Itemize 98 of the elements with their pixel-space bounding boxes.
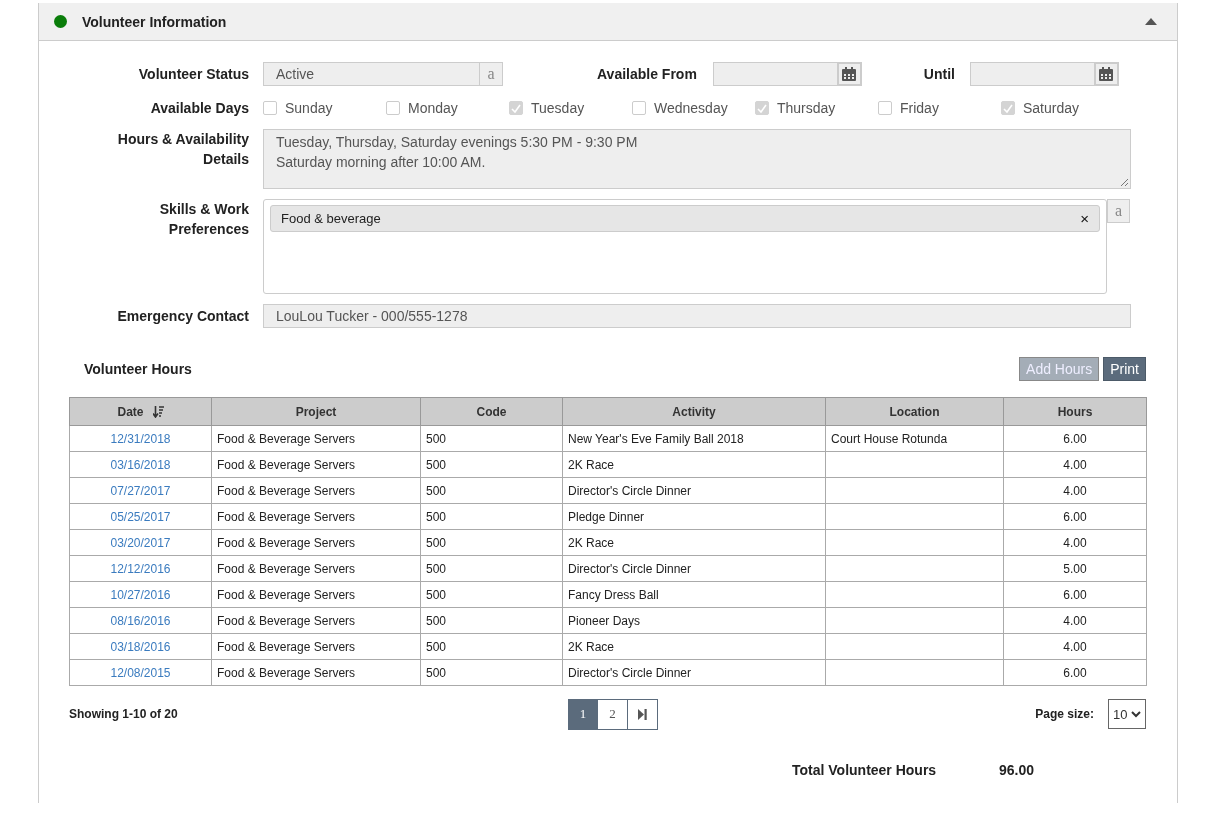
table-cell: 2K Race bbox=[568, 457, 615, 472]
table-cell: Pledge Dinner bbox=[568, 509, 645, 524]
table-cell: Director's Circle Dinner bbox=[568, 665, 691, 680]
table-cell: Director's Circle Dinner bbox=[568, 483, 691, 498]
table-cell: 5.00 bbox=[1063, 561, 1087, 576]
calendar-icon[interactable] bbox=[1094, 62, 1119, 86]
table-cell: 500 bbox=[426, 483, 447, 498]
status-dot-icon bbox=[54, 15, 67, 28]
day-checkbox[interactable] bbox=[632, 101, 646, 115]
table-cell: 4.00 bbox=[1063, 613, 1087, 628]
remove-tag-button[interactable]: × bbox=[1080, 210, 1089, 227]
availability-details-textarea[interactable]: Tuesday, Thursday, Saturday evenings 5:30 PM - 9:30 PM Saturday morning after 10:00 AM. bbox=[263, 129, 1131, 189]
skills-multiselect-field[interactable]: Food & beverage × bbox=[263, 199, 1107, 294]
print-button[interactable]: Print bbox=[1103, 357, 1146, 381]
table-cell: Food & Beverage Servers bbox=[217, 431, 356, 446]
day-checkbox[interactable] bbox=[755, 101, 769, 115]
text-addon[interactable]: a bbox=[1107, 199, 1130, 223]
table-cell: 4.00 bbox=[1063, 457, 1087, 472]
table-cell: Fancy Dress Ball bbox=[568, 587, 659, 602]
field-label: Available Days bbox=[149, 100, 249, 116]
table-cell: Food & Beverage Servers bbox=[217, 535, 356, 550]
table-cell: 2K Race bbox=[568, 639, 615, 654]
calendar-icon[interactable] bbox=[837, 62, 862, 86]
table-cell: 500 bbox=[426, 431, 447, 446]
checkbox-label: Friday bbox=[900, 100, 939, 116]
day-checkbox[interactable] bbox=[509, 101, 523, 115]
table-cell: New Year's Eve Family Ball 2018 bbox=[568, 431, 744, 446]
page-button[interactable]: 1 bbox=[568, 698, 598, 730]
table-cell: Pioneer Days bbox=[568, 613, 641, 628]
table-cell: Food & Beverage Servers bbox=[217, 587, 356, 602]
chevron-down-icon bbox=[1131, 710, 1141, 718]
column-header[interactable]: Hours bbox=[1003, 397, 1147, 426]
sort-descending-icon bbox=[152, 405, 164, 418]
table-cell: 500 bbox=[426, 561, 447, 576]
collapse-caret-icon[interactable] bbox=[1145, 18, 1157, 25]
checkbox-label: Monday bbox=[408, 100, 458, 116]
resize-grip-icon[interactable] bbox=[1120, 178, 1128, 186]
section-title: Volunteer Hours bbox=[84, 361, 192, 377]
text-addon[interactable]: a bbox=[480, 62, 503, 86]
total-value: 96.00 bbox=[999, 762, 1035, 778]
skip-to-end-icon bbox=[638, 708, 647, 720]
until-field[interactable] bbox=[969, 62, 1095, 86]
table-cell: 6.00 bbox=[1063, 431, 1087, 446]
volunteer-status-field[interactable]: Active bbox=[263, 62, 480, 86]
table-cell: 6.00 bbox=[1063, 587, 1087, 602]
day-checkbox[interactable] bbox=[878, 101, 892, 115]
table-cell: Food & Beverage Servers bbox=[217, 613, 356, 628]
column-header[interactable]: Activity bbox=[562, 397, 826, 426]
table-cell: 500 bbox=[426, 665, 447, 680]
checkbox-label: Wednesday bbox=[654, 100, 728, 116]
panel-header[interactable]: Volunteer Information bbox=[39, 3, 1177, 41]
table-cell: 6.00 bbox=[1063, 665, 1087, 680]
column-header[interactable]: Date bbox=[69, 397, 212, 426]
table-cell: 6.00 bbox=[1063, 509, 1087, 524]
table-cell: 500 bbox=[426, 587, 447, 602]
column-header[interactable]: Project bbox=[211, 397, 421, 426]
available-from-field[interactable] bbox=[712, 62, 838, 86]
last-page-button[interactable] bbox=[628, 698, 658, 730]
table-cell: 500 bbox=[426, 639, 447, 654]
table-cell: 4.00 bbox=[1063, 639, 1087, 654]
table-cell: Food & Beverage Servers bbox=[217, 665, 356, 680]
field-label: Volunteer Status bbox=[137, 66, 249, 82]
total-label: Total Volunteer Hours bbox=[792, 762, 938, 778]
day-checkbox[interactable] bbox=[386, 101, 400, 115]
panel-title: Volunteer Information bbox=[82, 13, 228, 30]
field-label: Hours & Availability Details bbox=[116, 130, 249, 169]
page-size-select[interactable]: 10 bbox=[1108, 699, 1146, 729]
table-cell: 4.00 bbox=[1063, 483, 1087, 498]
day-checkbox[interactable] bbox=[263, 101, 277, 115]
table-cell: Food & Beverage Servers bbox=[217, 483, 356, 498]
table-cell: Court House Rotunda bbox=[831, 431, 948, 446]
table-cell: 500 bbox=[426, 457, 447, 472]
checkbox-label: Thursday bbox=[777, 100, 836, 116]
table-cell: 2K Race bbox=[568, 535, 615, 550]
table-cell: Food & Beverage Servers bbox=[217, 509, 356, 524]
table-cell: 500 bbox=[426, 509, 447, 524]
table-cell: Food & Beverage Servers bbox=[217, 639, 356, 654]
table-cell: Food & Beverage Servers bbox=[217, 561, 356, 576]
table-cell: 4.00 bbox=[1063, 535, 1087, 550]
field-label: Until bbox=[923, 66, 955, 82]
tag-label: Food & beverage bbox=[281, 211, 381, 226]
checkbox-label: Saturday bbox=[1023, 100, 1080, 116]
record-count: Showing 1-10 of 20 bbox=[69, 707, 179, 721]
emergency-contact-field[interactable]: LouLou Tucker - 000/555-1278 bbox=[263, 304, 1131, 328]
field-label: Emergency Contact bbox=[116, 308, 249, 324]
table-cell: 500 bbox=[426, 613, 447, 628]
table-cell: 500 bbox=[426, 535, 447, 550]
table-cell: Food & Beverage Servers bbox=[217, 457, 356, 472]
table-cell: Director's Circle Dinner bbox=[568, 561, 691, 576]
page-size-label: Page size: bbox=[1035, 707, 1094, 721]
day-checkbox[interactable] bbox=[1001, 101, 1015, 115]
checkbox-label: Tuesday bbox=[531, 100, 585, 116]
column-header[interactable]: Code bbox=[420, 397, 563, 426]
column-header[interactable]: Location bbox=[825, 397, 1004, 426]
checkbox-label: Sunday bbox=[285, 100, 333, 116]
field-label: Available From bbox=[597, 66, 697, 82]
page-button[interactable]: 2 bbox=[598, 698, 628, 730]
field-label: Skills & Work Preferences bbox=[158, 200, 249, 239]
